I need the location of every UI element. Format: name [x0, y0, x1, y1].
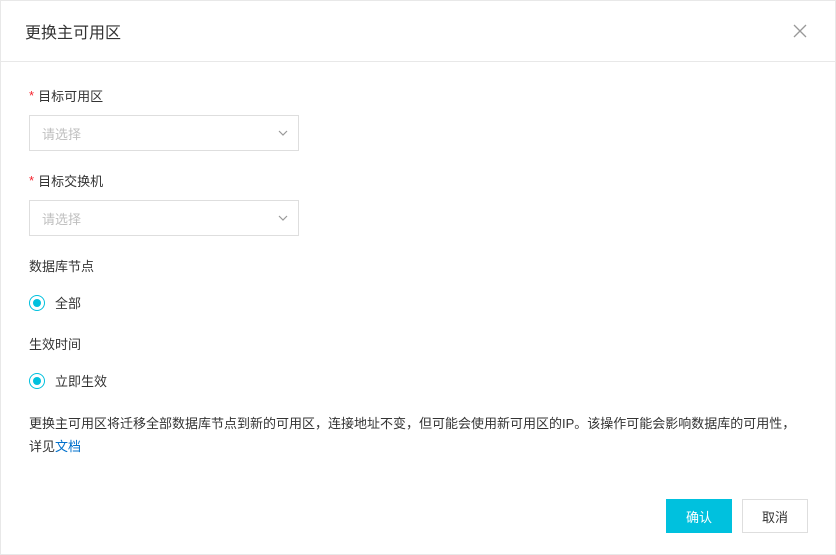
dialog-body: * 目标可用区 请选择 * 目标交换机 请选择 [1, 62, 835, 479]
radio-all-label: 全部 [55, 293, 81, 312]
dialog-title: 更换主可用区 [25, 19, 121, 43]
radio-all[interactable] [29, 295, 45, 311]
required-mark: * [29, 88, 34, 103]
effective-time-option-immediate[interactable]: 立即生效 [29, 371, 807, 390]
radio-immediate-label: 立即生效 [55, 371, 107, 390]
target-vswitch-select[interactable]: 请选择 [29, 200, 299, 236]
target-vswitch-label-text: 目标交换机 [38, 171, 103, 190]
target-vswitch-select-wrap: 请选择 [29, 200, 299, 236]
doc-link[interactable]: 文档 [55, 439, 81, 454]
target-zone-select[interactable]: 请选择 [29, 115, 299, 151]
target-vswitch-label: * 目标交换机 [29, 171, 807, 190]
target-zone-select-wrap: 请选择 [29, 115, 299, 151]
target-zone-label: * 目标可用区 [29, 86, 807, 105]
confirm-button[interactable]: 确认 [666, 499, 732, 533]
effective-time-label: 生效时间 [29, 334, 807, 353]
cancel-button[interactable]: 取消 [742, 499, 808, 533]
db-nodes-label: 数据库节点 [29, 256, 807, 275]
required-mark: * [29, 173, 34, 188]
db-nodes-option-all[interactable]: 全部 [29, 293, 807, 312]
target-zone-label-text: 目标可用区 [38, 86, 103, 105]
close-icon[interactable] [789, 20, 811, 42]
dialog-footer: 确认 取消 [0, 485, 836, 555]
target-vswitch-placeholder: 请选择 [42, 209, 81, 228]
help-text: 更换主可用区将迁移全部数据库节点到新的可用区，连接地址不变，但可能会使用新可用区… [29, 412, 807, 459]
field-target-vswitch: * 目标交换机 请选择 [29, 171, 807, 236]
radio-immediate[interactable] [29, 373, 45, 389]
target-zone-placeholder: 请选择 [42, 124, 81, 143]
change-primary-zone-dialog: 更换主可用区 * 目标可用区 请选择 * 目标交换机 [0, 0, 836, 555]
help-text-before: 更换主可用区将迁移全部数据库节点到新的可用区，连接地址不变，但可能会使用新可用区… [29, 416, 795, 454]
dialog-header: 更换主可用区 [1, 1, 835, 62]
field-target-zone: * 目标可用区 请选择 [29, 86, 807, 151]
